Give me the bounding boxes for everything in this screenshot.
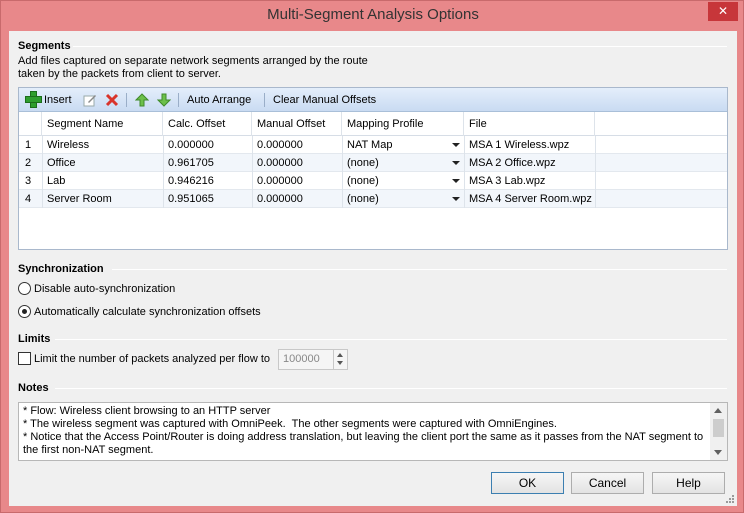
notes-divider: [55, 388, 727, 389]
limit-packets-label[interactable]: Limit the number of packets analyzed per…: [34, 352, 270, 366]
insert-button[interactable]: Insert: [44, 92, 72, 108]
notes-text[interactable]: * Flow: Wireless client browsing to an H…: [23, 405, 709, 457]
help-button[interactable]: Help: [652, 472, 725, 494]
mapping-profile-dropdown[interactable]: (none): [343, 190, 464, 208]
dropdown-arrow-icon[interactable]: [452, 197, 460, 201]
toolbar-separator: [126, 93, 127, 107]
dropdown-arrow-icon[interactable]: [452, 161, 460, 165]
scroll-thumb[interactable]: [713, 419, 724, 437]
column-header-calc-offset[interactable]: Calc. Offset: [163, 112, 252, 136]
resize-grip-icon[interactable]: [725, 494, 735, 504]
auto-sync-radio[interactable]: [18, 305, 31, 318]
toolbar-separator: [264, 93, 265, 107]
notes-scrollbar[interactable]: [710, 403, 727, 460]
table-row[interactable]: 2 Office 0.961705 0.000000 (none) MSA 2 …: [19, 154, 727, 172]
segments-divider: [73, 46, 727, 47]
edit-icon[interactable]: [83, 93, 97, 109]
calc-offset-cell: 0.961705: [168, 157, 214, 169]
packet-limit-stepper[interactable]: 100000: [278, 349, 348, 370]
segment-name-cell[interactable]: Wireless: [43, 136, 163, 154]
packet-limit-value[interactable]: 100000: [283, 353, 320, 365]
move-down-icon[interactable]: [157, 93, 171, 109]
clear-manual-offsets-button[interactable]: Clear Manual Offsets: [273, 92, 376, 108]
limit-packets-checkbox[interactable]: [18, 352, 31, 365]
calc-offset-cell: 0.000000: [168, 139, 214, 151]
row-number-header: [19, 112, 42, 136]
segments-toolbar: Insert Auto Arrange Clear Manual Offsets: [19, 88, 727, 112]
row-number: 2: [25, 157, 32, 169]
mapping-profile-value: (none): [347, 175, 379, 187]
notes-textarea[interactable]: * Flow: Wireless client browsing to an H…: [18, 402, 728, 461]
column-header-mapping-profile[interactable]: Mapping Profile: [342, 112, 464, 136]
file-cell[interactable]: MSA 3 Lab.wpz: [465, 172, 595, 190]
table-row[interactable]: 1 Wireless 0.000000 0.000000 NAT Map MSA…: [19, 136, 727, 154]
dialog-body: Segments Add files captured on separate …: [9, 31, 737, 506]
dropdown-arrow-icon[interactable]: [452, 179, 460, 183]
segments-heading: Segments: [18, 40, 71, 52]
window-title: Multi-Segment Analysis Options: [267, 6, 479, 23]
stepper-up-icon[interactable]: [337, 353, 343, 357]
segments-table-header: Segment Name Calc. Offset Manual Offset …: [19, 112, 727, 136]
disable-sync-radio[interactable]: [18, 282, 31, 295]
column-header-manual-offset[interactable]: Manual Offset: [252, 112, 342, 136]
row-number: 1: [25, 139, 32, 151]
manual-offset-cell[interactable]: 0.000000: [253, 172, 342, 190]
segment-name-cell[interactable]: Server Room: [43, 190, 163, 208]
file-cell[interactable]: MSA 1 Wireless.wpz: [465, 136, 595, 154]
limits-heading: Limits: [18, 333, 51, 345]
row-number: 4: [25, 193, 32, 205]
file-cell[interactable]: MSA 2 Office.wpz: [465, 154, 595, 172]
scroll-down-icon[interactable]: [714, 450, 722, 455]
row-number: 3: [25, 175, 32, 187]
ok-button[interactable]: OK: [491, 472, 564, 494]
mapping-profile-value: (none): [347, 157, 379, 169]
table-row[interactable]: 3 Lab 0.946216 0.000000 (none) MSA 3 Lab…: [19, 172, 727, 190]
synchronization-divider: [112, 269, 727, 270]
column-header-segment-name[interactable]: Segment Name: [42, 112, 163, 136]
dialog-window: Multi-Segment Analysis Options ✕ Segment…: [0, 0, 744, 513]
delete-icon[interactable]: [105, 93, 119, 109]
mapping-profile-value: NAT Map: [347, 139, 393, 151]
notes-heading: Notes: [18, 382, 49, 394]
add-icon[interactable]: [25, 91, 42, 108]
stepper-buttons: [333, 350, 347, 369]
mapping-profile-dropdown[interactable]: (none): [343, 172, 464, 190]
disable-sync-label[interactable]: Disable auto-synchronization: [34, 282, 175, 296]
auto-sync-label[interactable]: Automatically calculate synchronization …: [34, 305, 261, 319]
mapping-profile-dropdown[interactable]: NAT Map: [343, 136, 464, 154]
table-row[interactable]: 4 Server Room 0.951065 0.000000 (none) M…: [19, 190, 727, 208]
calc-offset-cell: 0.946216: [168, 175, 214, 187]
close-button[interactable]: ✕: [708, 2, 738, 21]
auto-arrange-button[interactable]: Auto Arrange: [187, 92, 251, 108]
scroll-up-icon[interactable]: [714, 408, 722, 413]
file-cell[interactable]: MSA 4 Server Room.wpz: [465, 190, 595, 208]
stepper-down-icon[interactable]: [337, 361, 343, 365]
dropdown-arrow-icon[interactable]: [452, 143, 460, 147]
column-header-file[interactable]: File: [464, 112, 595, 136]
cancel-button[interactable]: Cancel: [571, 472, 644, 494]
calc-offset-cell: 0.951065: [168, 193, 214, 205]
limits-divider: [55, 339, 727, 340]
segment-name-cell[interactable]: Office: [43, 154, 163, 172]
manual-offset-cell[interactable]: 0.000000: [253, 136, 342, 154]
manual-offset-cell[interactable]: 0.000000: [253, 154, 342, 172]
synchronization-heading: Synchronization: [18, 263, 104, 275]
segments-description: Add files captured on separate network s…: [18, 55, 368, 80]
manual-offset-cell[interactable]: 0.000000: [253, 190, 342, 208]
mapping-profile-value: (none): [347, 193, 379, 205]
segment-name-cell[interactable]: Lab: [43, 172, 163, 190]
segments-grid: Insert Auto Arrange Clear Manual Offsets…: [18, 87, 728, 250]
toolbar-separator: [178, 93, 179, 107]
move-up-icon[interactable]: [135, 93, 149, 109]
mapping-profile-dropdown[interactable]: (none): [343, 154, 464, 172]
